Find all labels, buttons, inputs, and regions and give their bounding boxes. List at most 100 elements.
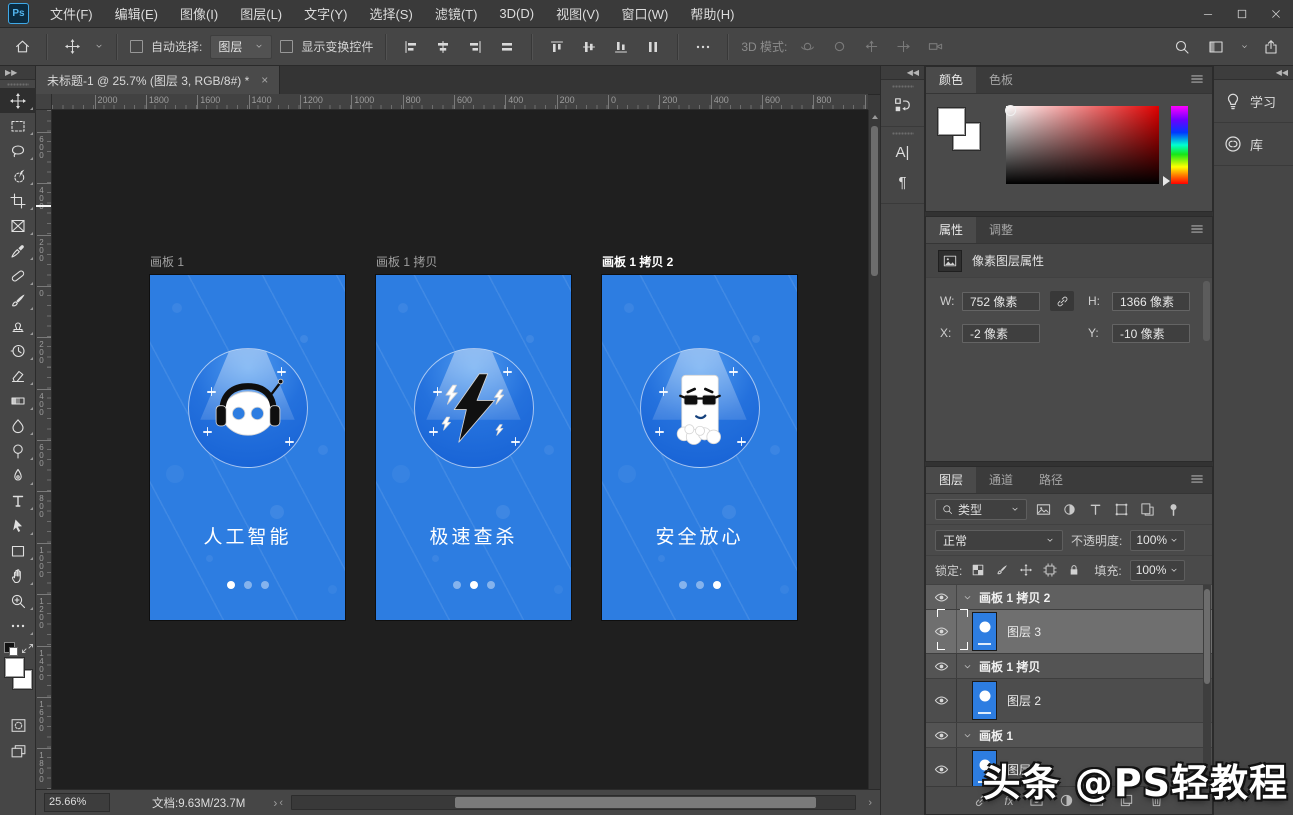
menu-item[interactable]: 编辑(E) [104,0,169,27]
artboard[interactable]: 极速查杀 [376,275,571,620]
layer-row[interactable]: 图层 2 [926,679,1212,723]
gradient-tool[interactable] [0,388,36,413]
horizontal-scroll-thumb[interactable] [455,797,816,808]
blur-tool[interactable] [0,413,36,438]
share-button[interactable] [1259,35,1283,59]
crop-tool[interactable] [0,188,36,213]
shape-filter-button[interactable] [1112,500,1131,519]
tab-颜色[interactable]: 颜色 [926,67,976,93]
lock-transparency-button[interactable] [970,562,986,578]
vertical-scroll-thumb[interactable] [871,126,878,276]
menu-item[interactable]: 窗口(W) [610,0,679,27]
menu-item[interactable]: 帮助(H) [679,0,745,27]
rail-item-cc-libraries[interactable]: 库 [1214,123,1293,166]
artboard-group-row[interactable]: 画板 1 拷贝 [926,654,1212,679]
align-top-button[interactable] [545,35,569,59]
rail-item-lightbulb[interactable]: 学习 [1214,80,1293,123]
artboard[interactable]: 安全放心 [602,275,797,620]
menu-item[interactable]: 图层(L) [229,0,293,27]
type-filter-button[interactable] [1086,500,1105,519]
scroll-right-icon[interactable]: › [866,797,874,809]
align-left-button[interactable] [399,35,423,59]
field-y[interactable]: -10 像素 [1112,324,1190,343]
layer-thumbnail[interactable] [972,612,997,651]
rail-header[interactable]: ◀◀ [1214,66,1293,80]
dodge-tool[interactable] [0,438,36,463]
layers-panel-menu[interactable] [1190,472,1204,489]
quick-mask-button[interactable] [0,712,36,738]
align-right-button[interactable] [463,35,487,59]
tab-close-icon[interactable]: × [261,73,268,87]
brush-tool[interactable] [0,288,36,313]
visibility-toggle[interactable] [926,585,957,609]
clone-stamp-tool[interactable] [0,313,36,338]
expand-chevron[interactable] [957,730,977,741]
properties-panel-menu[interactable] [1190,222,1204,239]
3d-orbit-button[interactable] [795,35,819,59]
history-panel-button[interactable] [881,90,924,120]
document-tab[interactable]: 未标题-1 @ 25.7% (图层 3, RGB/8#) * × [36,66,280,94]
artboard-label[interactable]: 画板 1 拷贝 [376,253,437,270]
foreground-color-swatch[interactable] [5,658,24,677]
minimize-button[interactable] [1191,0,1225,27]
fill-select[interactable]: 100% [1130,560,1185,581]
visibility-toggle[interactable] [926,654,957,678]
color-saturation-field[interactable] [1006,106,1159,184]
artboard-label[interactable]: 画板 1 [150,253,184,270]
move-tool[interactable] [0,88,36,113]
foreground-color-swatch[interactable] [938,108,965,135]
zoom-tool[interactable] [0,588,36,613]
expand-chevron[interactable] [957,661,977,672]
layer-filter-search[interactable]: 类型 [935,499,1027,520]
align-center-horizontal-button[interactable] [431,35,455,59]
artboard-label[interactable]: 画板 1 拷贝 2 [602,253,673,270]
swap-colors-icon[interactable] [21,642,34,655]
artboard-group-row[interactable]: 画板 1 [926,723,1212,748]
rectangle-tool[interactable] [0,538,36,563]
auto-select-dropdown[interactable]: 图层 [210,35,272,59]
adjustment-filter-button[interactable] [1060,500,1079,519]
visibility-toggle[interactable] [926,679,957,722]
close-button[interactable] [1259,0,1293,27]
color-panel-menu[interactable] [1190,72,1204,89]
link-dimensions-button[interactable] [1050,291,1074,311]
smart-object-filter-button[interactable] [1138,500,1157,519]
quick-select-tool[interactable] [0,163,36,188]
visibility-toggle[interactable] [926,610,957,653]
lock-paint-button[interactable] [994,562,1010,578]
marquee-tool[interactable] [0,113,36,138]
3d-slide-button[interactable] [891,35,915,59]
hue-slider-handle[interactable] [1163,176,1170,186]
visibility-toggle[interactable] [926,748,957,787]
hue-slider[interactable] [1171,106,1188,184]
home-button[interactable] [10,35,34,59]
tab-通道[interactable]: 通道 [976,467,1026,493]
search-button[interactable] [1170,35,1194,59]
3d-pan-button[interactable] [859,35,883,59]
menu-item[interactable]: 3D(D) [488,0,545,27]
blend-mode-select[interactable]: 正常 [935,530,1063,551]
menu-item[interactable]: 文字(Y) [293,0,358,27]
workspace-switcher-button[interactable] [1204,35,1228,59]
edit-toolbar-tool[interactable] [0,613,36,638]
opacity-select[interactable]: 100% [1130,530,1185,551]
color-field-marker[interactable] [1005,105,1016,116]
hand-tool[interactable] [0,563,36,588]
tools-panel-header[interactable]: ▶▶ [0,66,35,80]
distribute-vertical-button[interactable] [641,35,665,59]
lasso-tool[interactable] [0,138,36,163]
current-tool-move[interactable] [60,35,84,59]
paragraph-panel-button[interactable]: ¶ [881,167,924,197]
layer-row[interactable]: 图层 3 [926,610,1212,654]
type-tool[interactable] [0,488,36,513]
tab-调整[interactable]: 调整 [976,217,1026,243]
more-options-button[interactable] [691,35,715,59]
filter-pin-button[interactable] [1164,500,1183,519]
pen-tool[interactable] [0,463,36,488]
collapse-strip-header[interactable]: ◀◀ [881,66,924,80]
align-bottom-button[interactable] [609,35,633,59]
3d-roll-button[interactable] [827,35,851,59]
canvas-horizontal-scrollbar[interactable] [291,795,856,810]
menu-item[interactable]: 文件(F) [39,0,104,27]
tab-属性[interactable]: 属性 [926,217,976,243]
